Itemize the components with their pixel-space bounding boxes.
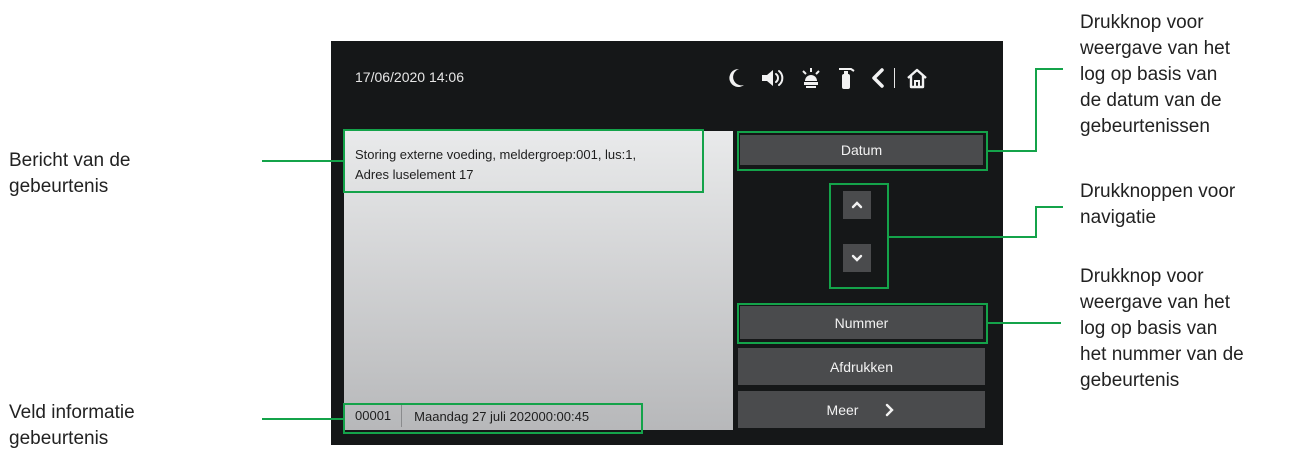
label-message: Bericht van de gebeurtenis [9,148,130,200]
label-line: gebeurtenis [9,176,109,197]
connector-datum-h2 [1035,68,1063,70]
speaker-icon[interactable] [760,67,786,89]
datum-highlight [737,131,988,171]
label-line: Bericht van de [9,150,131,171]
label-line: Veld informatie [9,402,135,423]
label-line: Drukknop voor [1080,266,1204,287]
nav-highlight [829,183,889,289]
label-line: weergave van het [1080,38,1230,59]
label-line: log op basis van [1080,318,1218,339]
connector-nummer [988,322,1061,324]
label-line: Drukknop voor [1080,12,1204,33]
label-line: gebeurtenissen [1080,116,1210,137]
fire-extinguisher-icon[interactable] [836,66,856,90]
label-line: de datum van de [1080,90,1222,111]
label-nummer: Drukknop voor weergave van het log op ba… [1080,264,1244,394]
label-line: Drukknoppen voor [1080,181,1236,202]
datetime: 17/06/2020 14:06 [355,69,464,85]
connector-message [262,160,343,162]
home-icon[interactable] [905,67,929,89]
label-line: het nummer van de [1080,344,1244,365]
label-line: gebeurtenis [1080,370,1180,391]
meer-button[interactable]: Meer [738,391,985,428]
label-line: weergave van het [1080,292,1230,313]
meer-label: Meer [826,401,859,418]
siren-icon[interactable] [800,67,822,89]
afdrukken-button[interactable]: Afdrukken [738,348,985,385]
label-line: log op basis van [1080,64,1218,85]
device-screen: 17/06/2020 14:06 Storing externe voeding… [331,41,1003,445]
moon-icon[interactable] [726,67,746,89]
connector-datum-v [1035,68,1037,152]
label-line: navigatie [1080,207,1157,228]
info-highlight [343,403,643,434]
back-icon[interactable] [870,67,886,89]
label-info: Veld informatie gebeurtenis [9,400,135,452]
nummer-highlight [737,303,988,344]
connector-nav-v [1035,206,1037,238]
connector-info [262,418,343,420]
label-line: gebeurtenis [9,428,109,449]
icon-separator [894,68,895,88]
status-icon-bar [726,65,929,91]
connector-nav-h1 [889,236,1037,238]
connector-datum-h1 [988,150,1037,152]
label-nav: Drukknoppen voor navigatie [1080,179,1235,231]
label-datum: Drukknop voor weergave van het log op ba… [1080,10,1230,140]
chevron-right-icon [886,403,895,416]
message-highlight [343,129,704,193]
connector-nav-h2 [1035,206,1063,208]
